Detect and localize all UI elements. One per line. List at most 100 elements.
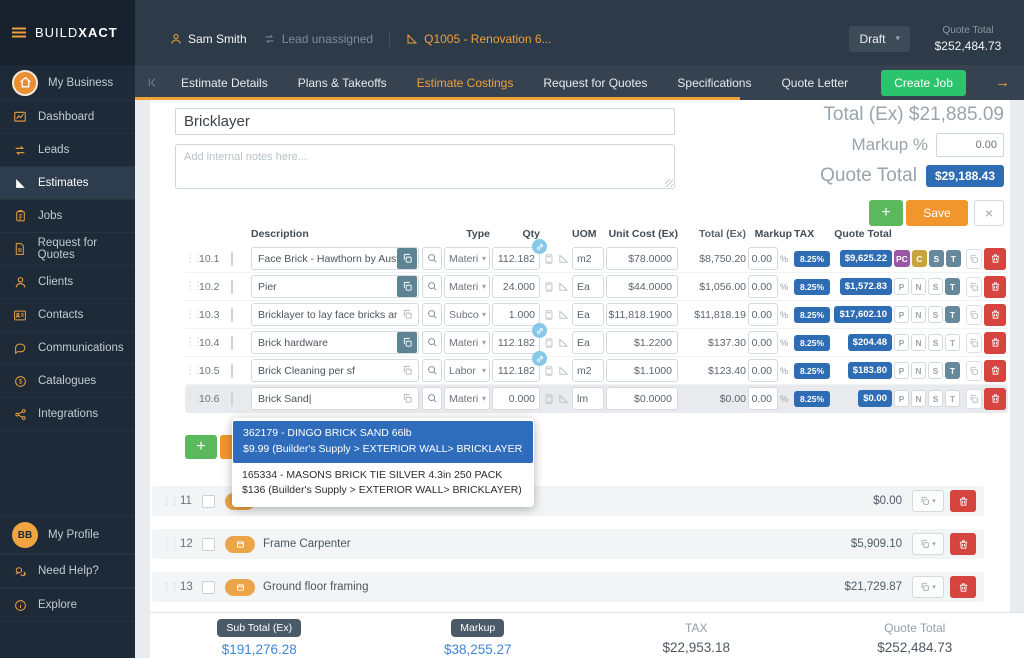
markup-input[interactable]: 0.00 <box>748 275 778 298</box>
delete-section-button[interactable] <box>950 490 976 512</box>
calculator-icon[interactable] <box>542 365 555 377</box>
flag-badge[interactable]: S <box>928 390 943 407</box>
tab-estimate-costings[interactable]: Estimate Costings <box>402 67 529 99</box>
flag-badge[interactable]: S <box>928 278 943 295</box>
flag-badge[interactable]: S <box>928 306 943 323</box>
estimate-reference[interactable]: Q1005 - Renovation 6... <box>406 32 551 46</box>
tab-request-for-quotes[interactable]: Request for Quotes <box>528 67 662 99</box>
unit-cost-input[interactable]: $78.0000 <box>606 247 678 270</box>
flag-badge[interactable]: T <box>945 278 960 295</box>
unit-cost-input[interactable]: $0.0000 <box>606 387 678 410</box>
flag-badge[interactable]: N <box>911 334 926 351</box>
takeoff-icon[interactable] <box>557 393 570 404</box>
drag-handle-icon[interactable]: ⋮⋮ <box>162 496 174 507</box>
description-input[interactable]: Brick hardware <box>251 331 419 354</box>
markup-input[interactable]: 0.00 <box>748 359 778 382</box>
section-checkbox[interactable] <box>202 495 215 508</box>
description-input[interactable]: Brick Cleaning per sf <box>251 359 419 382</box>
type-select[interactable]: Subco▾ <box>444 303 490 326</box>
tax-badge[interactable]: 8.25% <box>794 391 830 407</box>
takeoff-icon[interactable] <box>557 337 570 348</box>
collapse-sidebar-icon[interactable] <box>145 76 158 89</box>
section-checkbox[interactable] <box>202 538 215 551</box>
flag-badge[interactable]: P <box>894 278 909 295</box>
flag-badge[interactable]: P <box>894 362 909 379</box>
cost-centre-name-input[interactable] <box>175 108 675 135</box>
tab-estimate-details[interactable]: Estimate Details <box>166 67 283 99</box>
description-input[interactable]: Pier <box>251 275 419 298</box>
flag-badge[interactable]: PC <box>894 250 910 267</box>
takeoff-icon[interactable] <box>557 309 570 320</box>
delete-section-button[interactable] <box>950 533 976 555</box>
flag-badge[interactable]: T <box>945 306 960 323</box>
hamburger-menu-icon[interactable] <box>12 27 26 38</box>
suggestion-item[interactable]: 362179 - DINGO BRICK SAND 66lb $9.99 (Bu… <box>233 421 533 463</box>
sidebar-item-integrations[interactable]: Integrations <box>0 398 135 431</box>
copy-section-dropdown-button[interactable]: ▾ <box>912 576 944 598</box>
type-select[interactable]: Materi▾ <box>444 247 490 270</box>
description-input[interactable]: Face Brick - Hawthorn by Austral Brick -… <box>251 247 419 270</box>
sidebar-item-catalogues[interactable]: $ Catalogues <box>0 365 135 398</box>
uom-input[interactable]: m2 <box>572 247 604 270</box>
flag-badge[interactable]: P <box>894 306 909 323</box>
unit-cost-input[interactable]: $1.2200 <box>606 331 678 354</box>
flag-badge[interactable]: N <box>911 278 926 295</box>
copy-section-dropdown-button[interactable]: ▾ <box>912 490 944 512</box>
flag-badge[interactable]: S <box>929 250 944 267</box>
assigned-user[interactable]: Sam Smith <box>170 32 247 46</box>
markup-input[interactable]: 0.00 <box>748 331 778 354</box>
markup-input[interactable]: 0.00 <box>748 387 778 410</box>
sidebar-item-request-for-quotes[interactable]: Request for Quotes <box>0 233 135 266</box>
flag-badge[interactable]: N <box>911 362 926 379</box>
copy-description-button[interactable] <box>397 304 417 325</box>
status-dropdown[interactable]: Draft ▾ <box>849 26 910 52</box>
row-checkbox[interactable] <box>231 364 233 378</box>
drag-handle-icon[interactable]: ⋮⋮ <box>185 309 197 320</box>
calculator-icon[interactable] <box>542 309 555 321</box>
search-catalogue-button[interactable] <box>422 247 442 270</box>
type-select[interactable]: Labor▾ <box>444 359 490 382</box>
tax-badge[interactable]: 8.25% <box>794 335 830 351</box>
copy-row-button[interactable] <box>966 389 982 409</box>
takeoff-icon[interactable] <box>557 253 570 264</box>
copy-description-button[interactable] <box>397 332 417 353</box>
arrow-right-icon[interactable]: → <box>995 74 1010 91</box>
close-button[interactable]: × <box>974 200 1004 226</box>
row-checkbox[interactable] <box>231 308 233 322</box>
internal-notes-textarea[interactable] <box>175 144 675 189</box>
resize-handle[interactable] <box>665 179 673 187</box>
tax-badge[interactable]: 8.25% <box>794 307 830 323</box>
calculator-icon[interactable] <box>542 393 555 405</box>
sidebar-item-dashboard[interactable]: Dashboard <box>0 101 135 134</box>
description-input[interactable]: Brick Sand <box>251 387 419 410</box>
copy-row-button[interactable] <box>966 333 982 353</box>
delete-row-button[interactable] <box>984 276 1006 298</box>
suggestion-item[interactable]: 165334 - MASONS BRICK TIE SILVER 4.3in 2… <box>232 463 534 505</box>
add-row-button[interactable]: + <box>185 435 217 459</box>
uom-input[interactable]: lm <box>572 387 604 410</box>
calculator-icon[interactable] <box>542 253 555 265</box>
uom-input[interactable]: Ea <box>572 275 604 298</box>
unit-cost-input[interactable]: $1.1000 <box>606 359 678 382</box>
copy-description-button[interactable] <box>397 248 417 269</box>
copy-row-button[interactable] <box>966 361 982 381</box>
flag-badge[interactable]: T <box>945 362 960 379</box>
add-item-button[interactable]: + <box>869 200 903 226</box>
sidebar-item-my-business[interactable]: My Business <box>0 65 135 101</box>
flag-badge[interactable]: T <box>945 334 960 351</box>
sidebar-item-estimates[interactable]: Estimates <box>0 167 135 200</box>
drag-handle-icon[interactable]: ⋮⋮ <box>185 393 197 404</box>
sidebar-item-jobs[interactable]: Jobs <box>0 200 135 233</box>
uom-input[interactable]: m2 <box>572 359 604 382</box>
drag-handle-icon[interactable]: ⋮⋮ <box>185 253 197 264</box>
flag-badge[interactable]: C <box>912 250 927 267</box>
subtotal-value[interactable]: $191,276.28 <box>150 642 368 657</box>
description-input[interactable]: Bricklayer to lay face bricks and piers … <box>251 303 419 326</box>
sidebar-item-communications[interactable]: Communications <box>0 332 135 365</box>
copy-row-button[interactable] <box>966 249 982 269</box>
flag-badge[interactable]: P <box>894 334 909 351</box>
copy-description-button[interactable] <box>397 276 417 297</box>
tab-specifications[interactable]: Specifications <box>662 67 766 99</box>
search-catalogue-button[interactable] <box>422 331 442 354</box>
section-checkbox[interactable] <box>202 581 215 594</box>
